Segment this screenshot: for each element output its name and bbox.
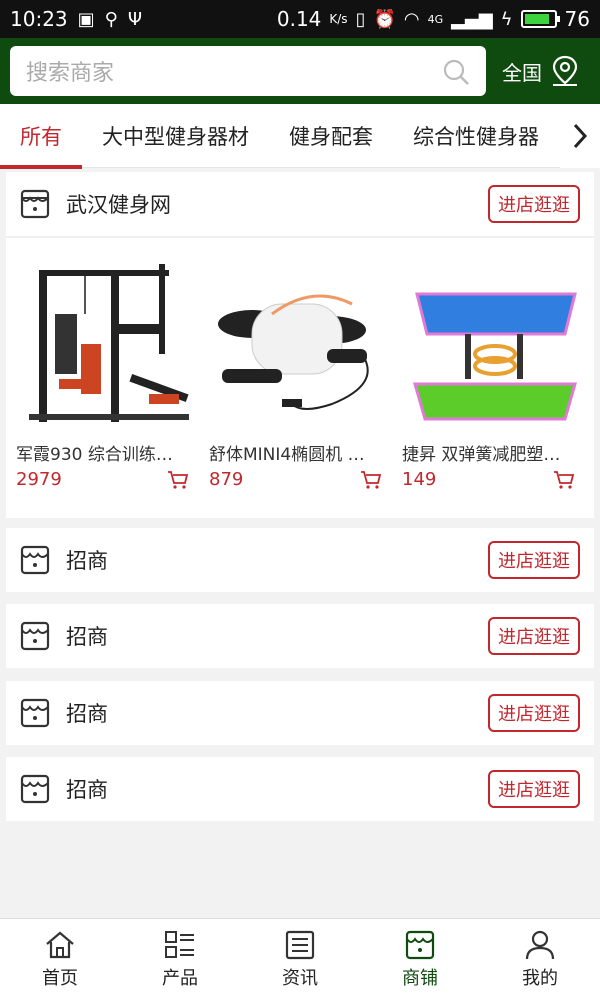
tabs-scroll-right[interactable] xyxy=(560,104,600,168)
store-card: 武汉健身网 进店逛逛 军霞930 综合训练… 2979 舒体MINI4椭圆机 …… xyxy=(6,172,594,518)
visit-store-button[interactable]: 进店逛逛 xyxy=(488,185,580,223)
nav-label: 商铺 xyxy=(402,967,438,989)
store-name: 招商 xyxy=(66,702,108,726)
image-icon: ▣ xyxy=(77,8,95,30)
tab-multi-function[interactable]: 综合性健身器 xyxy=(393,104,559,168)
nav-label: 首页 xyxy=(42,967,78,989)
status-time: 10:23 xyxy=(10,7,68,31)
product-name: 军霞930 综合训练… xyxy=(16,445,173,465)
list-icon xyxy=(165,930,194,958)
store-icon xyxy=(20,189,50,219)
battery-icon xyxy=(520,10,560,28)
product-card[interactable]: 捷昇 双弹簧减肥塑… 149 xyxy=(398,252,591,490)
network-type: 4G xyxy=(427,12,444,26)
nav-stores[interactable]: 商铺 xyxy=(360,919,480,1000)
category-tabs: 所有 大中型健身器材 健身配套 综合性健身器 xyxy=(0,104,600,169)
battery-level: 76 xyxy=(564,7,590,31)
store-icon xyxy=(20,698,50,728)
charging-icon: ϟ xyxy=(500,8,513,30)
search-icon[interactable] xyxy=(442,58,470,86)
network-speed: 0.14 xyxy=(276,7,322,31)
network-speed-unit: K/s xyxy=(329,12,348,26)
tab-large-equipment[interactable]: 大中型健身器材 xyxy=(82,104,269,168)
store-card: 招商 进店逛逛 xyxy=(6,681,594,745)
nav-label: 产品 xyxy=(162,967,198,989)
store-name: 招商 xyxy=(66,549,108,573)
user-icon xyxy=(525,930,555,959)
visit-store-button[interactable]: 进店逛逛 xyxy=(488,770,580,808)
store-name: 招商 xyxy=(66,625,108,649)
store-header: 招商 进店逛逛 xyxy=(6,528,594,592)
store-header: 武汉健身网 进店逛逛 xyxy=(6,172,594,236)
store-name: 武汉健身网 xyxy=(66,193,171,217)
store-icon xyxy=(20,774,50,804)
product-price: 879 xyxy=(209,469,244,490)
region-selector[interactable]: 全国 xyxy=(502,55,580,87)
store-name: 招商 xyxy=(66,778,108,802)
store-card: 招商 进店逛逛 xyxy=(6,528,594,592)
product-card[interactable]: 舒体MINI4椭圆机 … 879 xyxy=(205,252,398,490)
product-price: 2979 xyxy=(16,469,62,490)
product-image-twist-stepper[interactable] xyxy=(402,252,588,432)
news-icon xyxy=(285,930,315,959)
tab-all[interactable]: 所有 xyxy=(0,104,82,169)
product-image-home-gym[interactable] xyxy=(16,252,202,432)
product-price: 149 xyxy=(402,469,437,490)
product-name: 舒体MINI4椭圆机 … xyxy=(209,445,365,465)
region-label: 全国 xyxy=(502,60,542,85)
visit-store-button[interactable]: 进店逛逛 xyxy=(488,694,580,732)
alarm-icon: ⏰ xyxy=(373,8,396,30)
product-card[interactable]: 军霞930 综合训练… 2979 xyxy=(12,252,205,490)
signal-icon: ▂▄▆ xyxy=(451,8,493,30)
store-card: 招商 进店逛逛 xyxy=(6,604,594,668)
location-pin-icon xyxy=(552,55,578,86)
product-list: 军霞930 综合训练… 2979 舒体MINI4椭圆机 … 879 捷昇 双弹簧… xyxy=(6,238,594,498)
store-header: 招商 进店逛逛 xyxy=(6,681,594,745)
visit-store-button[interactable]: 进店逛逛 xyxy=(488,541,580,579)
vibrate-icon: ▯ xyxy=(355,8,366,30)
search-input[interactable]: 搜索商家 xyxy=(10,46,486,96)
search-placeholder: 搜索商家 xyxy=(26,61,115,86)
store-icon xyxy=(20,621,50,651)
nav-profile[interactable]: 我的 xyxy=(480,919,600,1000)
usb-icon: Ψ xyxy=(127,8,143,30)
nav-products[interactable]: 产品 xyxy=(120,919,240,1000)
tab-accessories[interactable]: 健身配套 xyxy=(269,104,393,168)
visit-store-button[interactable]: 进店逛逛 xyxy=(488,617,580,655)
nav-label: 资讯 xyxy=(282,967,318,989)
store-icon xyxy=(405,930,435,959)
add-to-cart-icon[interactable] xyxy=(360,470,382,490)
product-name: 捷昇 双弹簧减肥塑… xyxy=(402,445,561,465)
nav-news[interactable]: 资讯 xyxy=(240,919,360,1000)
chevron-right-icon xyxy=(573,123,588,149)
status-bar: 10:23 ▣ ⚲ Ψ 0.14 K/s ▯ ⏰ ◠ 4G ▂▄▆ ϟ 76 xyxy=(0,0,600,38)
home-icon xyxy=(46,931,74,958)
store-header: 招商 进店逛逛 xyxy=(6,757,594,821)
wifi-icon: ◠ xyxy=(403,8,420,30)
bottom-nav: 首页 产品 资讯 商铺 我的 xyxy=(0,918,600,1000)
store-header: 招商 进店逛逛 xyxy=(6,604,594,668)
add-to-cart-icon[interactable] xyxy=(167,470,189,490)
header: 搜索商家 全国 xyxy=(0,38,600,104)
product-image-elliptical[interactable] xyxy=(209,252,395,432)
nav-label: 我的 xyxy=(522,967,558,989)
store-card: 招商 进店逛逛 xyxy=(6,757,594,821)
store-icon xyxy=(20,545,50,575)
nav-home[interactable]: 首页 xyxy=(0,919,120,1000)
add-to-cart-icon[interactable] xyxy=(553,470,575,490)
share-icon: ⚲ xyxy=(104,8,118,30)
